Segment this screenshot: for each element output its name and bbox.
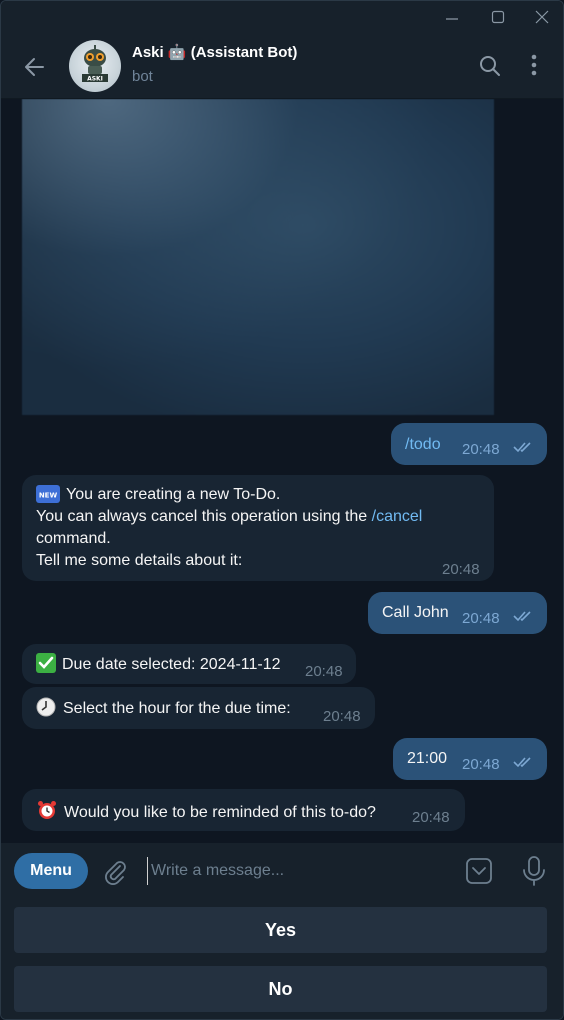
- voice-message-button[interactable]: [521, 855, 547, 887]
- search-icon: [480, 56, 500, 76]
- bot-reply-keyboard: Yes No: [1, 899, 563, 1019]
- command-link[interactable]: /todo: [405, 434, 441, 456]
- maximize-icon: [491, 10, 505, 24]
- message-text: Due date selected: 2024-11-12: [62, 656, 281, 673]
- incoming-message[interactable]: Would you like to be reminded of this to…: [22, 789, 465, 831]
- more-options-button[interactable]: [521, 53, 547, 79]
- attach-button[interactable]: [101, 857, 129, 885]
- photo-message[interactable]: [22, 99, 494, 415]
- more-vertical-icon: [531, 54, 537, 76]
- svg-text:ASKI: ASKI: [87, 76, 103, 83]
- incoming-message[interactable]: NEW You are creating a new To-Do. You ca…: [22, 475, 494, 581]
- close-window-button[interactable]: [519, 1, 563, 33]
- incoming-message[interactable]: Select the hour for the due time: 20:48: [22, 687, 375, 729]
- close-icon: [535, 10, 549, 24]
- robot-logo-icon: ASKI: [82, 45, 108, 83]
- search-button[interactable]: [477, 53, 503, 79]
- message-time: 20:48: [462, 756, 500, 773]
- outgoing-message[interactable]: /todo 20:48: [391, 423, 547, 465]
- new-badge-icon: NEW: [36, 485, 60, 503]
- chat-header: ASKI Aski 🤖 (Assistant Bot) bot: [1, 33, 563, 99]
- paperclip-icon: [105, 861, 126, 885]
- bot-avatar[interactable]: ASKI: [69, 40, 121, 92]
- cancel-command-link[interactable]: /cancel: [372, 508, 423, 525]
- message-text: Tell me some details about it:: [36, 552, 243, 569]
- message-text: Would you like to be reminded of this to…: [64, 804, 376, 821]
- message-time: 20:48: [323, 708, 361, 725]
- sticker-icon: [466, 858, 492, 884]
- yes-button[interactable]: Yes: [14, 907, 547, 953]
- double-check-icon: [513, 611, 531, 622]
- message-text: You can always cancel this operation usi…: [36, 508, 372, 525]
- composer-bar: Menu: [1, 843, 563, 899]
- chat-title[interactable]: Aski 🤖 (Assistant Bot): [132, 43, 297, 61]
- incoming-message[interactable]: Due date selected: 2024-11-12 20:48: [22, 644, 356, 684]
- message-text: command.: [36, 530, 111, 547]
- telegram-window: ASKI Aski 🤖 (Assistant Bot) bot /todo 20…: [0, 0, 564, 1020]
- message-list[interactable]: /todo 20:48 NEW You are creating a new T…: [1, 99, 563, 843]
- chat-status: bot: [132, 68, 153, 85]
- outgoing-message[interactable]: 21:00 20:48: [393, 738, 547, 780]
- menu-button[interactable]: Menu: [14, 853, 88, 889]
- message-time: 20:48: [442, 561, 480, 578]
- message-text: You are creating a new To-Do.: [66, 486, 281, 503]
- maximize-button[interactable]: [475, 1, 521, 33]
- minimize-button[interactable]: [429, 1, 475, 33]
- back-arrow-icon: [25, 58, 44, 76]
- clock-icon: [36, 697, 56, 717]
- no-button[interactable]: No: [14, 966, 547, 1012]
- alarm-clock-icon: [36, 799, 58, 821]
- back-button[interactable]: [21, 53, 49, 81]
- message-time: 20:48: [305, 663, 343, 680]
- message-text: 21:00: [407, 750, 448, 767]
- message-input[interactable]: [147, 857, 447, 885]
- svg-text:NEW: NEW: [39, 492, 58, 500]
- message-text: Call John: [382, 604, 449, 621]
- microphone-icon: [523, 856, 545, 886]
- message-time: 20:48: [412, 809, 450, 826]
- outgoing-message[interactable]: Call John 20:48: [368, 592, 547, 634]
- emoji-sticker-button[interactable]: [465, 857, 493, 885]
- message-time: 20:48: [462, 441, 500, 458]
- double-check-icon: [513, 757, 531, 768]
- double-check-icon: [513, 442, 531, 453]
- message-time: 20:48: [462, 610, 500, 627]
- minimize-icon: [446, 18, 458, 20]
- title-bar: [1, 1, 563, 33]
- check-mark-icon: [36, 653, 56, 673]
- message-text: Select the hour for the due time:: [63, 700, 291, 717]
